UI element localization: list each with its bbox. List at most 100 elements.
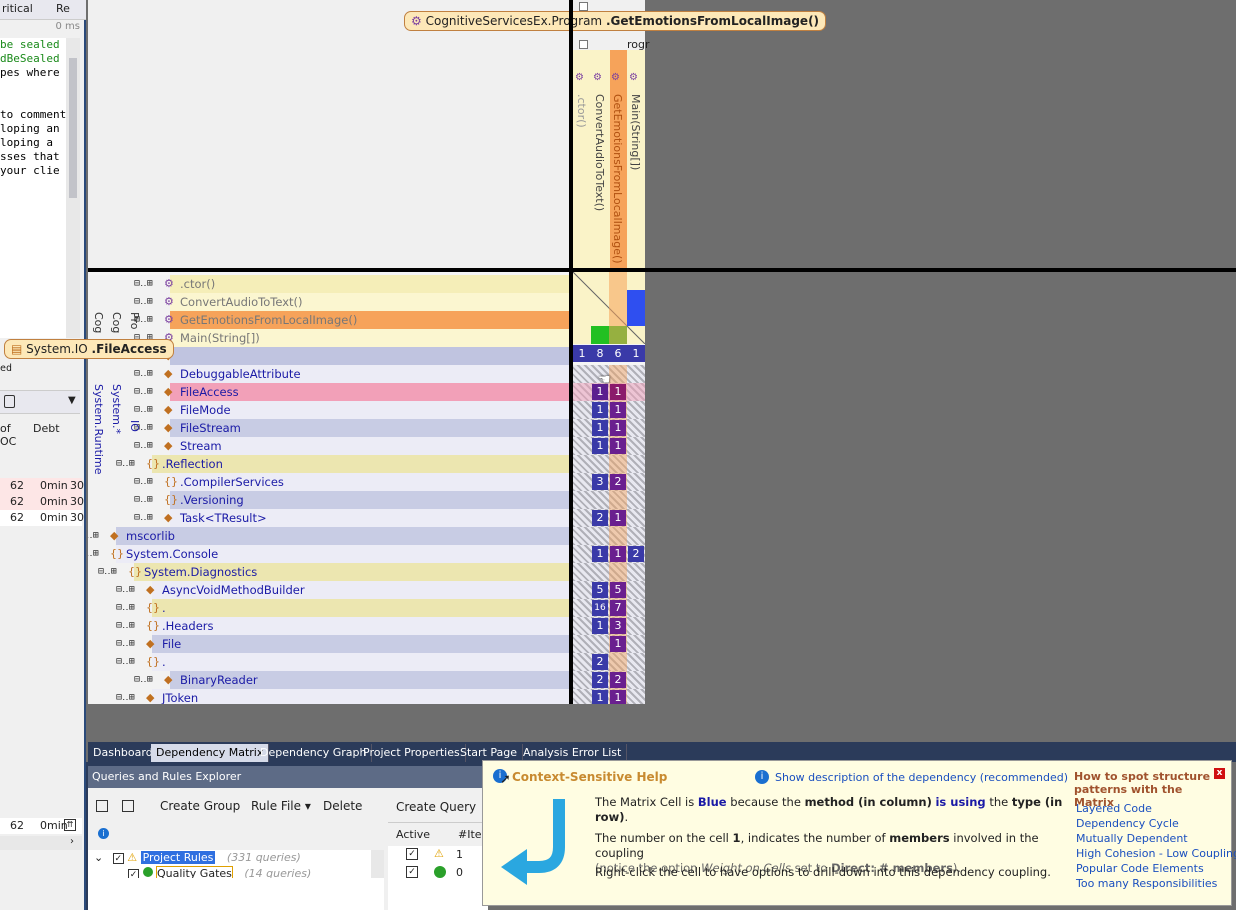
matrix-row[interactable]: ⊟‥⊞ {} System.Diagnostics: [88, 563, 569, 581]
expand-icon[interactable]: [579, 40, 588, 49]
matrix-cell[interactable]: 1: [610, 402, 626, 418]
matrix-cell[interactable]: 1: [592, 546, 608, 562]
tree-expander-icon[interactable]: ⊟‥⊞: [134, 293, 153, 311]
chevron-down-icon[interactable]: ⌄: [94, 851, 103, 864]
matrix-row[interactable]: ⊟‥⊞ {}.: [88, 653, 569, 671]
create-group-button[interactable]: Create Group: [160, 799, 240, 813]
add-group-icon[interactable]: [96, 800, 108, 812]
matrix-row[interactable]: ⊟‥⊞ ◆ FileMode: [88, 401, 569, 419]
matrix-cell[interactable]: 2: [592, 672, 608, 688]
rule-file-button[interactable]: Rule File ▾: [251, 799, 311, 813]
matrix-cell[interactable]: 2: [592, 510, 608, 526]
matrix-cell[interactable]: 1: [610, 420, 626, 436]
side-link[interactable]: High Cohesion - Low Coupling: [1076, 847, 1236, 860]
matrix-cell[interactable]: 16: [592, 600, 608, 616]
left-list-row[interactable]: 62 0min 30: [0, 510, 84, 526]
matrix-cell[interactable]: 1: [592, 420, 608, 436]
col-of-loc[interactable]: of OC: [0, 422, 16, 448]
matrix-row[interactable]: ⊟‥⊞ ◆ FileStream: [88, 419, 569, 437]
tree-expander-icon[interactable]: ⊟‥⊞: [134, 401, 153, 419]
matrix-cell[interactable]: 1: [610, 636, 626, 652]
side-link[interactable]: Too many Responsibilities: [1076, 877, 1217, 890]
matrix-row[interactable]: ⊟‥⊞ ◆ Task<TResult>: [88, 509, 569, 527]
tree-expander-icon[interactable]: ⊟‥⊞: [134, 491, 153, 509]
header-re[interactable]: Re: [56, 2, 70, 15]
tree-expander-icon[interactable]: ⊟‥⊞: [116, 635, 135, 653]
tree-expander-icon[interactable]: ⊟‥⊞: [88, 545, 99, 563]
document-icon[interactable]: [4, 395, 15, 408]
column-header-3[interactable]: Main(String[]): [629, 94, 642, 170]
matrix-row[interactable]: ⊟‥⊞ ◆ mscorlib: [88, 527, 569, 545]
side-link[interactable]: Popular Code Elements: [1076, 862, 1204, 875]
matrix-cell[interactable]: 7: [610, 600, 626, 616]
column-header-1[interactable]: ConvertAudioToText(): [593, 94, 606, 211]
tree-expander-icon[interactable]: ⊟‥⊞: [134, 383, 153, 401]
matrix-cell[interactable]: 1: [610, 546, 626, 562]
bottom-row[interactable]: 62 0min ⇈: [0, 818, 82, 834]
column-header-0[interactable]: .ctor(): [575, 94, 588, 128]
horizontal-scrollbar[interactable]: ›: [0, 836, 82, 850]
checkbox-checked[interactable]: ✓: [128, 869, 139, 878]
matrix-row[interactable]: ⊟‥⊞ {}System.Console: [88, 545, 569, 563]
matrix-row[interactable]: ⊟‥⊞ ◆ BinaryReader: [88, 671, 569, 689]
matrix-row[interactable]: ⊟‥⊞ {} .Headers: [88, 617, 569, 635]
close-icon[interactable]: x: [1214, 768, 1225, 779]
show-description-link[interactable]: Show description of the dependency (reco…: [775, 771, 1068, 784]
matrix-cell[interactable]: 5: [610, 582, 626, 598]
matrix-row[interactable]: ⊟‥⊞ ◆ File: [88, 635, 569, 653]
header-critical[interactable]: ritical: [2, 2, 33, 15]
matrix-cell[interactable]: 2: [610, 672, 626, 688]
chevron-right-icon[interactable]: ›: [70, 836, 74, 847]
checkbox-checked[interactable]: ✓: [406, 848, 418, 860]
expand-icon[interactable]: [579, 2, 588, 11]
left-list-row[interactable]: 62 0min 30: [0, 494, 84, 510]
cycle-cell[interactable]: [627, 290, 645, 326]
tree-expander-icon[interactable]: ⊟‥⊞: [116, 455, 135, 473]
info-icon[interactable]: i: [98, 828, 109, 839]
matrix-cell[interactable]: 1: [610, 510, 626, 526]
tree-expander-icon[interactable]: ⊟‥⊞: [116, 617, 135, 635]
tree-expander-icon[interactable]: ⊟‥⊞: [134, 671, 153, 689]
column-header-2[interactable]: GetEmotionsFromLocalImage(): [611, 94, 624, 264]
tab-dependency-matrix[interactable]: Dependency Matrix: [151, 744, 270, 762]
side-link[interactable]: Dependency Cycle: [1076, 817, 1179, 830]
matrix-cell[interactable]: 1: [610, 438, 626, 454]
matrix-cell[interactable]: 1: [610, 384, 626, 400]
matrix-cell[interactable]: 3: [592, 474, 608, 490]
code-scrollbar[interactable]: [66, 38, 80, 338]
tree-expander-icon[interactable]: ⊟‥⊞: [134, 437, 153, 455]
matrix-cell[interactable]: 1: [592, 618, 608, 634]
col-debt[interactable]: Debt: [33, 422, 60, 435]
matrix-row[interactable]: ⊟‥⊞ ⚙ ConvertAudioToText(): [88, 293, 569, 311]
qre-tree-row-quality-gates[interactable]: ✓ Quality Gates (14 queries): [128, 866, 311, 878]
collapse-up-icon[interactable]: ⇈: [64, 819, 76, 831]
matrix-row[interactable]: ⊟‥⊞ ◆ AsyncVoidMethodBuilder: [88, 581, 569, 599]
matrix-cell[interactable]: 1: [592, 402, 608, 418]
tree-expander-icon[interactable]: ⊟‥⊞: [116, 599, 135, 617]
qre-tree-scrollbar[interactable]: [371, 850, 384, 878]
dropdown-arrow-icon[interactable]: ▼: [68, 395, 76, 406]
matrix-row[interactable]: ⊟‥⊞ ◆ Stream: [88, 437, 569, 455]
tree-expander-icon[interactable]: ⊟‥⊞: [116, 653, 135, 671]
qre-tree-row-project-rules[interactable]: ⌄ ✓ ⚠ Project Rules (331 queries): [94, 850, 301, 866]
side-link[interactable]: Layered Code: [1076, 802, 1152, 815]
tree-expander-icon[interactable]: ⊟‥⊞: [134, 365, 153, 383]
tree-expander-icon[interactable]: ⊟‥⊞: [88, 527, 99, 545]
matrix-row[interactable]: ⊟‥⊞ ◆ DebuggableAttribute: [88, 365, 569, 383]
tree-expander-icon[interactable]: ⊟‥⊞: [134, 473, 153, 491]
matrix-cell[interactable]: 2: [592, 654, 608, 670]
matrix-row[interactable]: ⊟‥⊞ {} .Reflection: [88, 455, 569, 473]
tree-expander-icon[interactable]: ⊟‥⊞: [98, 563, 117, 581]
matrix-cell[interactable]: 2: [628, 546, 644, 562]
matrix-cell[interactable]: 5: [592, 582, 608, 598]
code-editor[interactable]: be sealed dBeSealed pes where to comment lop…: [0, 38, 66, 338]
matrix-cell[interactable]: 3: [610, 618, 626, 634]
copy-icon[interactable]: [122, 800, 134, 812]
tree-expander-icon[interactable]: ⊟‥⊞: [134, 275, 153, 293]
matrix-row[interactable]: ⊟‥⊞ {} .CompilerServices: [88, 473, 569, 491]
checkbox-checked[interactable]: ✓: [112, 853, 124, 864]
matrix-cell[interactable]: 2: [610, 474, 626, 490]
matrix-row[interactable]: ⊟‥⊞ {} .Versioning: [88, 491, 569, 509]
scrollbar-thumb[interactable]: [69, 58, 77, 198]
matrix-row[interactable]: ⊟‥⊞ ⚙ .ctor(): [88, 275, 569, 293]
